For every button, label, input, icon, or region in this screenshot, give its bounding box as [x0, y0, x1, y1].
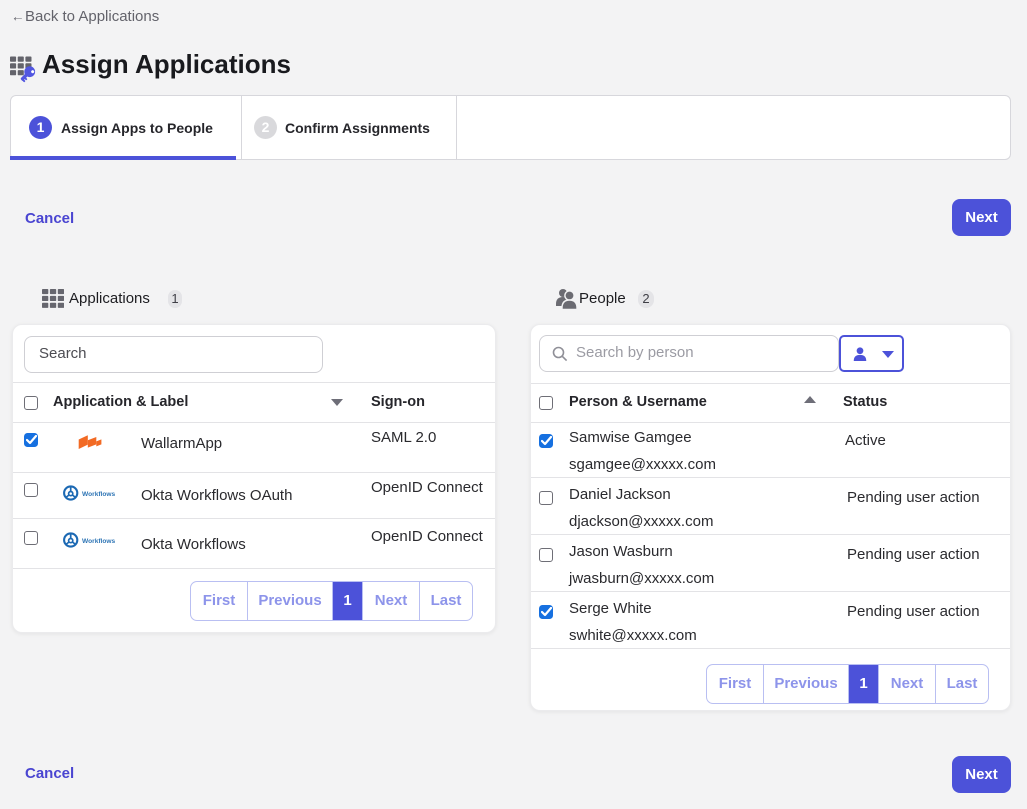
svg-text:Workflows: Workflows	[82, 491, 116, 498]
svg-text:Workflows: Workflows	[82, 538, 116, 545]
